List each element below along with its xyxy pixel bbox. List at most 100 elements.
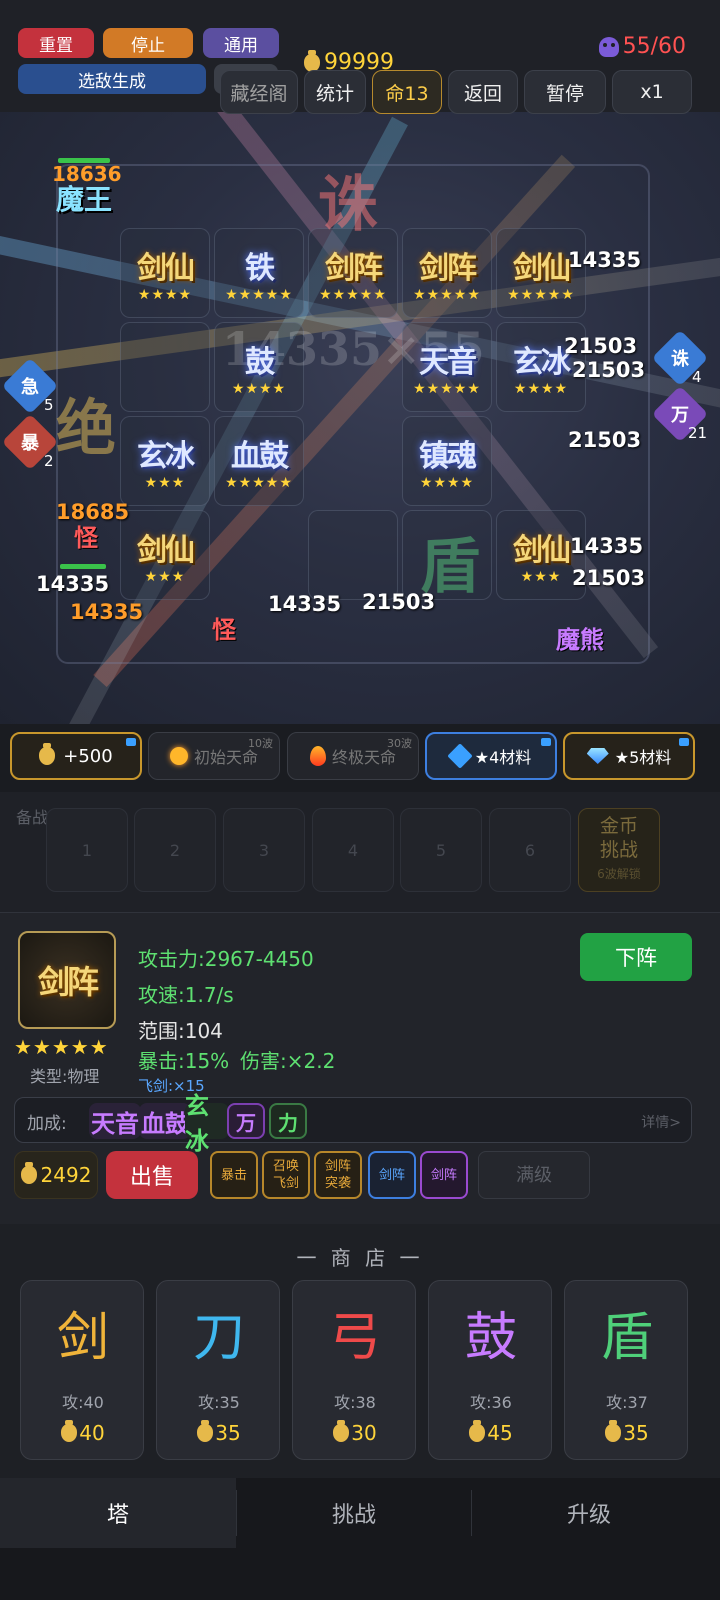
tower-stars: ★★★ [520, 569, 562, 585]
tower-slot[interactable]: 天音 ★★★★★ [402, 322, 492, 412]
back-button[interactable]: 返回 [448, 70, 518, 114]
damage-number: 14335 [36, 572, 110, 596]
bench-slot[interactable]: 4 [312, 808, 394, 892]
speed-button[interactable]: x1 [612, 70, 692, 114]
star5-material-button[interactable]: ★5材料 [563, 732, 695, 780]
bench-slot[interactable]: 1 [46, 808, 128, 892]
tower-name: 镇魂 [419, 439, 477, 474]
damage-number: 14335 [70, 600, 144, 624]
damage-number: 14335 [268, 592, 342, 616]
gold-bonus-label: +500 [63, 745, 113, 767]
fate-button[interactable]: 命13 [372, 70, 442, 114]
shop-item-price: 35 [157, 1420, 281, 1445]
money-bag-icon [61, 1420, 78, 1442]
tower-stars: ★★★★ [419, 475, 475, 491]
shop-item-shield[interactable]: 盾 攻:37 35 [564, 1280, 688, 1460]
bench-slot[interactable]: 3 [223, 808, 305, 892]
scripture-pavilion-button[interactable]: 藏经阁 [220, 70, 298, 114]
tower-stars: ★★★★ [231, 381, 287, 397]
bonus-bar[interactable]: 加成: 天音 血鼓 玄冰 万 力 详情> [14, 1091, 692, 1155]
tower-name: 剑阵 [325, 251, 383, 286]
star4-material-label: ★4材料 [474, 748, 532, 767]
tower-portrait: 剑阵 [18, 931, 116, 1029]
skull-icon [598, 36, 619, 57]
shop-item-bow[interactable]: 弓 攻:38 30 [292, 1280, 416, 1460]
top-bar: 重置 停止 通用 选敌生成 静止 99999 55/60 藏经阁 统计 命13 … [0, 0, 720, 114]
demon-bear-enemy[interactable]: 魔熊 [556, 620, 604, 655]
bench-area: 备战区 1 2 3 4 5 6 金币挑战 6波解锁 [0, 792, 720, 912]
sell-button[interactable]: 出售 [106, 1151, 198, 1199]
sun-icon [169, 747, 188, 765]
tab-challenge[interactable]: 挑战 [237, 1478, 471, 1548]
gold-bonus-button[interactable]: +500 [10, 732, 142, 780]
grid-cell[interactable] [308, 510, 398, 600]
bench-slot[interactable]: 2 [134, 808, 216, 892]
boss-enemy[interactable]: 魔王 [56, 178, 112, 218]
bonus-chip: 玄冰 [185, 1091, 229, 1155]
damage-number: 14335 [570, 534, 644, 558]
bonus-chip: 万 [227, 1103, 265, 1139]
stop-button[interactable]: 停止 [103, 28, 193, 58]
bonus-chip: 力 [269, 1103, 307, 1139]
tower-stars: ★★★★ [513, 381, 569, 397]
battlefield[interactable]: 诛 绝 盾 14335×55 18636 魔王 剑仙 ★★★★ 铁 ★★★★★ 剑阵… [0, 112, 720, 724]
final-fate-button[interactable]: 终极天命 30波 [287, 732, 419, 780]
notification-dot [679, 738, 689, 746]
shop-item-char: 盾 [600, 1308, 653, 1368]
shop-item-sword[interactable]: 剑 攻:40 40 [20, 1280, 144, 1460]
tower-stars: ★★★★★ [413, 287, 481, 303]
tower-stars: ★★★★★ [225, 475, 293, 491]
tower-name: 玄冰 [137, 439, 195, 474]
tower-name: 剑仙 [513, 251, 571, 286]
tower-slot[interactable]: 剑仙 ★★★★★ [496, 228, 586, 318]
upgrade-array-raid[interactable]: 剑阵突袭 [314, 1151, 362, 1199]
damage-number: 21503 [568, 428, 642, 452]
tab-towers[interactable]: 塔 [0, 1478, 236, 1548]
tower-stars: ★★★★★ [507, 287, 575, 303]
common-button[interactable]: 通用 [203, 28, 279, 58]
money-bag-icon [333, 1420, 350, 1442]
gold-challenge-button[interactable]: 金币挑战 6波解锁 [578, 808, 660, 892]
tower-slot[interactable]: 血鼓 ★★★★★ [214, 416, 304, 506]
monster-enemy[interactable]: 怪 [212, 610, 236, 645]
tower-slot[interactable]: 剑阵 ★★★★★ [402, 228, 492, 318]
details-link[interactable]: 详情> [641, 1112, 681, 1132]
tower-slot[interactable]: 鼓 ★★★★ [214, 322, 304, 412]
tower-slot[interactable]: 剑仙 ★★★ [120, 510, 210, 600]
sell-price-value: 2492 [40, 1163, 92, 1187]
initial-fate-button[interactable]: 初始天命 10波 [148, 732, 280, 780]
sell-price: 2492 [14, 1151, 98, 1199]
tower-slot[interactable]: 镇魂 ★★★★ [402, 416, 492, 506]
tower-slot[interactable]: 剑仙 ★★★★ [120, 228, 210, 318]
shop-item-blade[interactable]: 刀 攻:35 35 [156, 1280, 280, 1460]
upgrade-array-purple[interactable]: 剑阵 [420, 1151, 468, 1199]
tab-upgrade[interactable]: 升级 [472, 1478, 706, 1548]
bench-slot[interactable]: 6 [489, 808, 571, 892]
tower-slot[interactable]: 铁 ★★★★★ [214, 228, 304, 318]
pause-button[interactable]: 暂停 [524, 70, 606, 114]
bottom-tab-bar: 塔 挑战 升级 [0, 1478, 720, 1600]
upgrade-summon-sword[interactable]: 召唤飞剑 [262, 1151, 310, 1199]
lives-counter: 55/60 [598, 34, 686, 59]
star4-material-button[interactable]: ★4材料 [425, 732, 557, 780]
monster-enemy[interactable]: 怪 [74, 518, 98, 553]
tower-name: 玄冰 [513, 345, 571, 380]
shop-item-drum[interactable]: 鼓 攻:36 45 [428, 1280, 552, 1460]
reset-button[interactable]: 重置 [18, 28, 94, 58]
lives-value: 55/60 [622, 34, 686, 59]
grid-cell[interactable] [120, 322, 210, 412]
crit-stat: 暴击:15% [138, 1049, 230, 1073]
flame-icon [309, 746, 326, 766]
tower-stars: ★★★★★ [225, 287, 293, 303]
unequip-button[interactable]: 下阵 [580, 933, 692, 981]
select-enemy-button[interactable]: 选敌生成 [18, 64, 206, 94]
upgrade-array-blue[interactable]: 剑阵 [368, 1151, 416, 1199]
upgrade-crit[interactable]: 暴击 [210, 1151, 258, 1199]
bench-slot[interactable]: 5 [400, 808, 482, 892]
stats-button[interactable]: 统计 [304, 70, 366, 114]
tower-stars: ★★★ [144, 569, 186, 585]
gold-challenge-label: 金币挑战 [599, 815, 638, 861]
shop-item-attack: 攻:38 [334, 1393, 376, 1412]
tower-slot[interactable]: 玄冰 ★★★ [120, 416, 210, 506]
tower-slot[interactable]: 剑阵 ★★★★★ [308, 228, 398, 318]
